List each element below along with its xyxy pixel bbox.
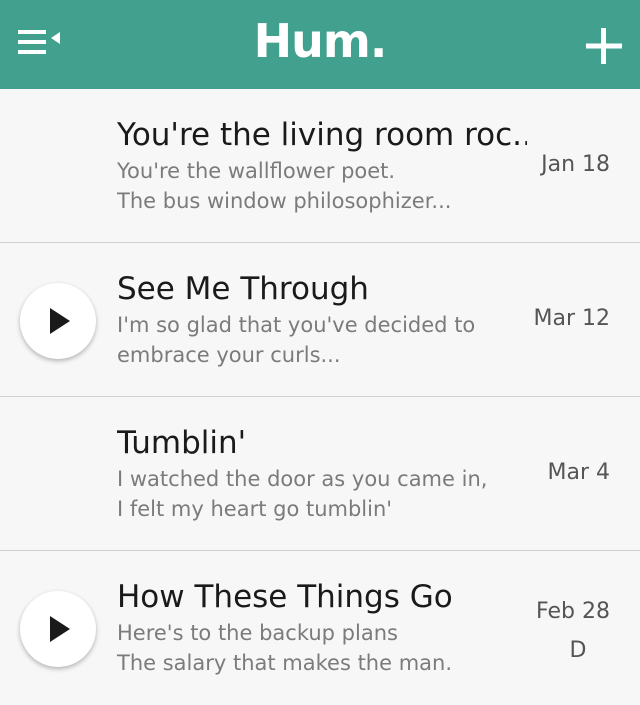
song-row[interactable]: See Me Through I'm so glad that you've d…	[0, 243, 640, 397]
song-lyric-line-1: I'm so glad that you've decided to	[117, 313, 476, 337]
plus-icon	[586, 28, 622, 64]
song-title: See Me Through	[117, 271, 369, 307]
song-lyric-line-2: embrace your curls...	[117, 343, 341, 367]
song-lyric-line-1: You're the wallflower poet.	[117, 159, 396, 183]
song-date: Mar 12	[533, 306, 611, 331]
song-list: You're the living room roc... You're the…	[0, 89, 640, 705]
add-song-button[interactable]	[584, 26, 624, 66]
play-button[interactable]	[20, 591, 96, 667]
song-title: You're the living room roc...	[117, 117, 527, 153]
song-date: Mar 4	[547, 460, 611, 485]
song-lyric-line-1: I watched the door as you came in,	[117, 467, 488, 491]
play-button[interactable]	[20, 283, 96, 359]
song-row[interactable]: How These Things Go Here's to the backup…	[0, 551, 640, 705]
menu-button[interactable]	[18, 30, 64, 62]
song-lyric-line-2: The bus window philosophizer...	[117, 189, 452, 213]
song-lyric-line-2: I felt my heart go tumblin'	[117, 497, 393, 521]
song-row[interactable]: Tumblin' I watched the door as you came …	[0, 397, 640, 551]
song-date: Jan 18	[541, 152, 610, 177]
song-date-marker: D	[569, 638, 587, 663]
app-header: Hum.	[0, 0, 640, 89]
song-lyric-line-2: The salary that makes the man.	[117, 651, 453, 675]
play-icon	[50, 308, 70, 334]
song-row[interactable]: You're the living room roc... You're the…	[0, 89, 640, 243]
song-date: Feb 28	[536, 599, 610, 624]
song-lyric-line-1: Here's to the backup plans	[117, 621, 398, 645]
app-logo: Hum.	[253, 14, 388, 68]
play-icon	[50, 616, 70, 642]
song-title: Tumblin'	[117, 425, 247, 461]
song-title: How These Things Go	[117, 579, 453, 615]
menu-collapse-icon	[18, 30, 60, 54]
